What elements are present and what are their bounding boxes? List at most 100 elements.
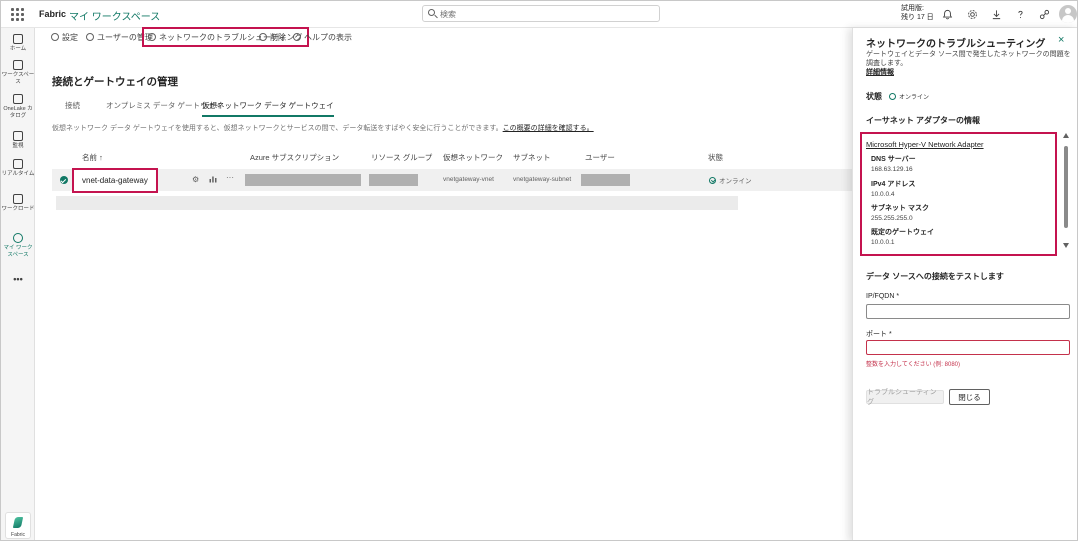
dns-server-value: 168.63.129.16 bbox=[871, 166, 913, 173]
default-gateway-value: 10.0.0.1 bbox=[871, 239, 895, 246]
port-error-message: 整数を入力してください (例: 8080) bbox=[866, 362, 960, 368]
delete-label: 削除 bbox=[270, 32, 286, 42]
nav-item-workloads[interactable]: ワークロード bbox=[1, 194, 35, 213]
workspaces-icon bbox=[13, 60, 23, 70]
app-window: Fabric マイ ワークスペース 検索 試用版: 残り 17 日 ホーム ワー… bbox=[0, 0, 1078, 541]
learn-more-link[interactable]: 詳細情報 bbox=[866, 69, 894, 76]
help-label: ヘルプの表示 bbox=[304, 32, 352, 42]
learn-more-link[interactable]: この概要の詳細を確認する。 bbox=[503, 125, 594, 132]
scroll-up-icon[interactable] bbox=[1063, 133, 1069, 138]
redacted-user bbox=[581, 174, 630, 186]
adapter-name: Microsoft Hyper-V Network Adapter bbox=[866, 140, 984, 149]
delete-button[interactable]: 削除 bbox=[259, 30, 286, 44]
scroll-down-icon[interactable] bbox=[1063, 243, 1069, 248]
column-header-vnet[interactable]: 仮想ネットワーク bbox=[443, 152, 503, 163]
gateway-name[interactable]: vnet-data-gateway bbox=[72, 168, 158, 193]
page-description: 仮想ネットワーク データ ゲートウェイを使用すると、仮想ネットワークとサービスの… bbox=[52, 123, 594, 133]
help-button[interactable]: ヘルプの表示 bbox=[293, 30, 352, 44]
test-connection-label: データ ソースへの接続をテストします bbox=[866, 272, 1004, 281]
online-check-icon bbox=[889, 93, 896, 100]
nav-label: マイ ワークスペース bbox=[3, 245, 33, 258]
settings-icon[interactable]: ⚙ bbox=[192, 175, 199, 184]
share-icon[interactable] bbox=[1038, 8, 1050, 20]
adapter-scrollbar[interactable] bbox=[1061, 131, 1071, 251]
user-avatar[interactable] bbox=[1059, 5, 1077, 23]
trial-status[interactable]: 試用版: 残り 17 日 bbox=[901, 4, 935, 22]
gear-icon[interactable] bbox=[966, 8, 978, 20]
ip-fqdn-input[interactable] bbox=[866, 304, 1070, 319]
nav-label: ワークロード bbox=[1, 206, 35, 212]
more-icon[interactable]: ••• bbox=[1, 274, 35, 284]
brand-name[interactable]: Fabric bbox=[39, 9, 66, 19]
row-selected-check-icon[interactable] bbox=[60, 176, 68, 184]
troubleshoot-panel: ネットワークのトラブルシューティング × ゲートウェイとデータ ソース間で発生し… bbox=[852, 28, 1077, 540]
nav-item-my-workspace[interactable]: マイ ワークスペース bbox=[1, 233, 35, 259]
table-row[interactable]: vnet-data-gateway ⚙ ··· vnetgateway-vnet… bbox=[52, 168, 852, 193]
close-icon[interactable]: × bbox=[1058, 34, 1064, 46]
column-header-resource-group[interactable]: リソース グループ bbox=[371, 152, 432, 163]
nav-item-onelake[interactable]: OneLake カタログ bbox=[1, 94, 35, 120]
home-icon bbox=[13, 34, 23, 44]
more-options-icon[interactable]: ··· bbox=[226, 173, 234, 182]
lightning-icon bbox=[13, 159, 23, 169]
adapter-info-box: Microsoft Hyper-V Network Adapter DNS サー… bbox=[860, 132, 1057, 256]
column-header-user[interactable]: ユーザー bbox=[585, 152, 615, 163]
tab-vnet-gateway[interactable]: 仮想ネットワーク データ ゲートウェイ bbox=[202, 100, 334, 117]
workloads-icon bbox=[13, 194, 23, 204]
subnet-mask-key: サブネット マスク bbox=[871, 205, 929, 212]
search-box[interactable]: 検索 bbox=[422, 5, 660, 22]
app-launcher-icon[interactable] bbox=[11, 8, 24, 21]
bell-icon[interactable] bbox=[941, 8, 953, 20]
chart-icon[interactable] bbox=[209, 175, 217, 185]
trial-label: 試用版: bbox=[901, 5, 924, 12]
help-icon[interactable] bbox=[1014, 8, 1026, 20]
close-button[interactable]: 閉じる bbox=[949, 389, 990, 405]
monitor-icon bbox=[13, 131, 23, 141]
settings-label: 設定 bbox=[62, 32, 78, 42]
fabric-logo-label: Fabric bbox=[11, 532, 25, 538]
subnet-mask-value: 255.255.255.0 bbox=[871, 215, 913, 222]
ethernet-section-label: イーサネット アダプターの情報 bbox=[866, 116, 981, 125]
tab-connections[interactable]: 接続 bbox=[65, 100, 80, 115]
nav-label: OneLake カタログ bbox=[3, 106, 33, 119]
subnet-mask-item: サブネット マスク 255.255.255.0 bbox=[871, 204, 929, 224]
port-input[interactable] bbox=[866, 340, 1070, 355]
nav-item-realtime[interactable]: リアルタイム bbox=[1, 159, 35, 178]
person-icon bbox=[13, 233, 23, 243]
description-text: 仮想ネットワーク データ ゲートウェイを使用すると、仮想ネットワークとサービスの… bbox=[52, 125, 503, 132]
network-icon bbox=[148, 33, 156, 41]
nav-label: ホーム bbox=[9, 46, 27, 52]
fabric-experience-switcher[interactable]: Fabric bbox=[5, 512, 31, 539]
ipv4-value: 10.0.0.4 bbox=[871, 191, 895, 198]
troubleshoot-button[interactable]: トラブルシューティング bbox=[866, 389, 944, 406]
page-title: 接続とゲートウェイの管理 bbox=[52, 76, 178, 88]
scroll-thumb[interactable] bbox=[1064, 146, 1068, 228]
status-label: 状態 bbox=[866, 92, 882, 101]
default-gateway-key: 既定のゲートウェイ bbox=[871, 229, 934, 236]
online-check-icon bbox=[709, 176, 716, 184]
settings-button[interactable]: 設定 bbox=[51, 30, 78, 44]
nav-item-home[interactable]: ホーム bbox=[1, 34, 35, 53]
nav-item-workspaces[interactable]: ワークスペース bbox=[1, 60, 35, 86]
column-header-subscription[interactable]: Azure サブスクリプション bbox=[250, 152, 339, 163]
nav-item-monitor[interactable]: 監視 bbox=[1, 131, 35, 150]
panel-title: ネットワークのトラブルシューティング bbox=[866, 39, 1046, 50]
ipv4-address-item: IPv4 アドレス 10.0.0.4 bbox=[871, 180, 915, 200]
ip-fqdn-label: IP/FQDN * bbox=[866, 293, 900, 300]
column-header-name[interactable]: 名前 ↑ bbox=[82, 152, 103, 163]
column-header-status[interactable]: 状態 bbox=[708, 152, 723, 163]
workspace-name[interactable]: マイ ワークスペース bbox=[69, 8, 160, 23]
vnet-cell: vnetgateway-vnet bbox=[443, 176, 494, 183]
manage-users-button[interactable]: ユーザーの管理 bbox=[86, 30, 153, 44]
onelake-icon bbox=[13, 94, 23, 104]
column-header-subnet[interactable]: サブネット bbox=[513, 152, 551, 163]
subnet-cell: vnetgateway-subnet bbox=[513, 176, 572, 183]
trial-days: 残り 17 日 bbox=[901, 14, 934, 21]
trash-icon bbox=[259, 33, 267, 41]
top-bar: Fabric マイ ワークスペース 検索 試用版: 残り 17 日 bbox=[1, 1, 1077, 28]
port-label: ポート * bbox=[866, 331, 892, 338]
download-icon[interactable] bbox=[990, 8, 1002, 20]
nav-label: リアルタイム bbox=[1, 171, 35, 177]
dns-server-key: DNS サーバー bbox=[871, 156, 916, 163]
status-text: オンライン bbox=[719, 178, 752, 185]
